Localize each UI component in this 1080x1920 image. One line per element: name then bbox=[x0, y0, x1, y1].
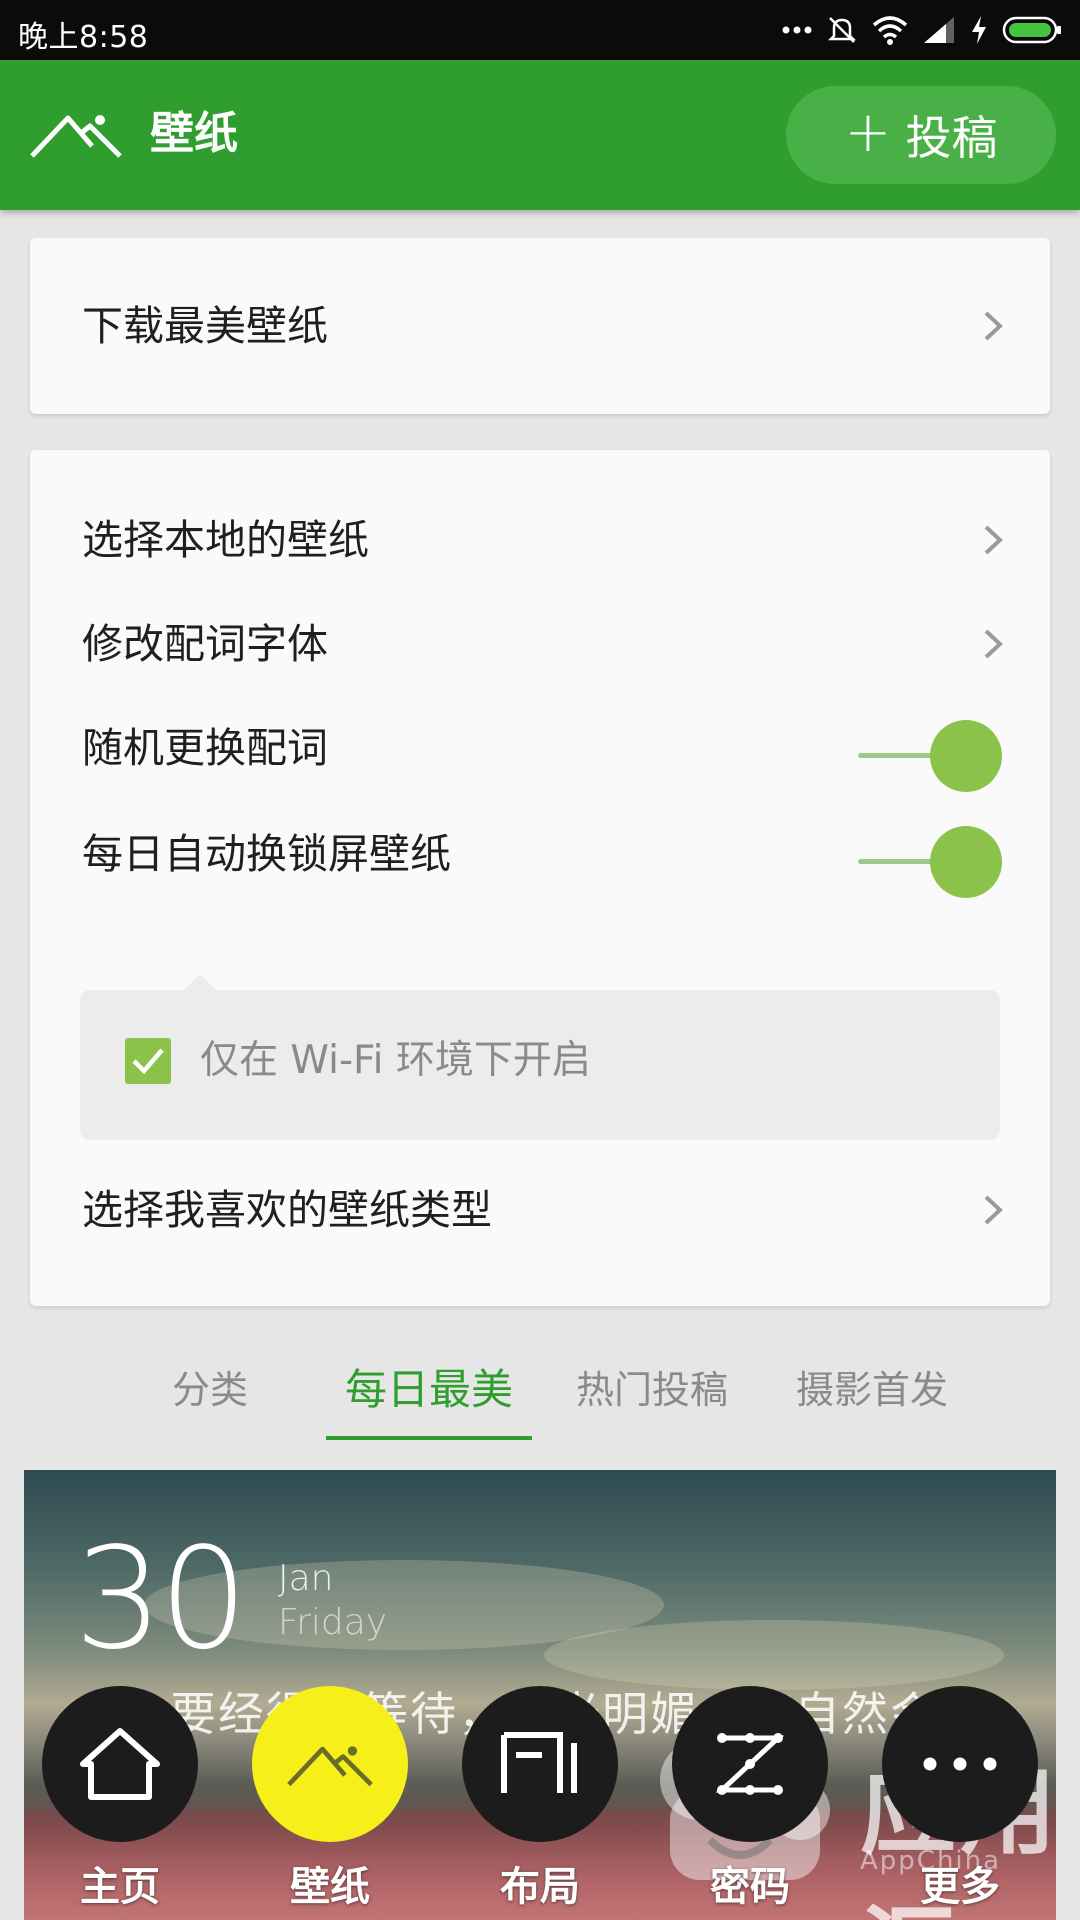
nav-layout-button bbox=[462, 1686, 618, 1842]
mountain-icon bbox=[30, 115, 122, 158]
random-quote-toggle[interactable] bbox=[858, 720, 1002, 792]
chevron-right-icon bbox=[984, 311, 1003, 341]
check-icon bbox=[132, 1048, 164, 1075]
row-label: 下载最美壁纸 bbox=[82, 302, 328, 350]
battery-icon bbox=[1002, 16, 1061, 44]
settings-card: 选择本地的壁纸 修改配词字体 随机更换配词 每日自动换锁屏壁纸 仅在 Wi-Fi… bbox=[30, 450, 1050, 1306]
status-bar: 晚上8:58 bbox=[0, 0, 1080, 60]
pattern-lock-icon bbox=[715, 1733, 785, 1795]
status-time: 晚上8:58 bbox=[18, 20, 149, 55]
wifi-only-panel: 仅在 Wi-Fi 环境下开启 bbox=[80, 974, 1000, 1140]
chevron-right-icon bbox=[984, 1195, 1003, 1225]
plus-icon: + bbox=[844, 100, 892, 165]
chevron-right-icon bbox=[984, 525, 1003, 555]
submit-button[interactable]: + 投稿 bbox=[786, 86, 1056, 184]
row-label: 选择我喜欢的壁纸类型 bbox=[82, 1186, 492, 1234]
nav-password[interactable]: 密码 bbox=[672, 1686, 828, 1920]
download-card: 下载最美壁纸 bbox=[30, 238, 1050, 414]
submit-button-label: 投稿 bbox=[905, 111, 998, 165]
mute-vibrate-icon bbox=[827, 17, 857, 43]
chevron-right-icon bbox=[984, 629, 1003, 659]
nav-wallpaper[interactable]: 壁纸 bbox=[252, 1686, 408, 1920]
mountain-icon bbox=[287, 1746, 373, 1787]
charging-icon bbox=[972, 16, 986, 44]
wifi-only-checkbox[interactable] bbox=[125, 1038, 171, 1084]
tab-daily-best[interactable]: 每日最美 bbox=[326, 1340, 532, 1440]
nav-home-button bbox=[42, 1686, 198, 1842]
nav-wallpaper-button bbox=[252, 1686, 408, 1842]
nav-more[interactable]: 更多 bbox=[882, 1686, 1038, 1920]
row-label: 每日自动换锁屏壁纸 bbox=[82, 830, 451, 878]
nav-label: 壁纸 bbox=[290, 1864, 370, 1910]
nav-label: 主页 bbox=[80, 1864, 160, 1910]
nav-more-button bbox=[882, 1686, 1038, 1842]
random-quote-row: 随机更换配词 bbox=[30, 698, 1050, 798]
nav-home[interactable]: 主页 bbox=[42, 1686, 198, 1920]
preview-day: 30 bbox=[74, 1518, 248, 1681]
nav-password-button bbox=[672, 1686, 828, 1842]
more-dots-icon bbox=[782, 26, 812, 34]
auto-lockscreen-toggle[interactable] bbox=[858, 826, 1002, 898]
tab-category[interactable]: 分类 bbox=[140, 1340, 280, 1440]
app-title: 壁纸 bbox=[150, 108, 238, 159]
favorite-type-row[interactable]: 选择我喜欢的壁纸类型 bbox=[30, 1160, 1050, 1260]
row-label: 随机更换配词 bbox=[82, 724, 328, 772]
status-icons bbox=[782, 12, 1064, 48]
download-wallpaper-row[interactable]: 下载最美壁纸 bbox=[30, 276, 1050, 376]
wifi-only-label: 仅在 Wi-Fi 环境下开启 bbox=[200, 1038, 591, 1083]
row-label: 选择本地的壁纸 bbox=[82, 516, 369, 564]
nav-label: 密码 bbox=[710, 1864, 790, 1910]
more-icon bbox=[923, 1757, 997, 1771]
auto-lockscreen-row: 每日自动换锁屏壁纸 bbox=[30, 804, 1050, 904]
row-label: 修改配词字体 bbox=[82, 620, 328, 668]
wifi-icon bbox=[872, 16, 908, 45]
preview-weekday: Friday bbox=[278, 1602, 388, 1643]
toggle-knob bbox=[930, 720, 1002, 792]
tab-active-indicator bbox=[326, 1436, 532, 1440]
signal-icon bbox=[924, 17, 954, 43]
nav-label: 更多 bbox=[920, 1864, 1000, 1910]
preview-month: Jan bbox=[278, 1558, 334, 1599]
tab-hot-submissions[interactable]: 热门投稿 bbox=[560, 1340, 744, 1440]
layout-icon bbox=[501, 1732, 577, 1793]
tab-photo-premiere[interactable]: 摄影首发 bbox=[780, 1340, 964, 1440]
app-bar: 壁纸 + 投稿 bbox=[0, 60, 1080, 210]
home-icon bbox=[80, 1728, 160, 1800]
toggle-knob bbox=[930, 826, 1002, 898]
local-wallpaper-row[interactable]: 选择本地的壁纸 bbox=[30, 490, 1050, 590]
nav-layout[interactable]: 布局 bbox=[462, 1686, 618, 1920]
tab-bar: 分类 每日最美 热门投稿 摄影首发 bbox=[0, 1340, 1080, 1440]
quote-font-row[interactable]: 修改配词字体 bbox=[30, 594, 1050, 694]
nav-label: 布局 bbox=[500, 1864, 580, 1910]
